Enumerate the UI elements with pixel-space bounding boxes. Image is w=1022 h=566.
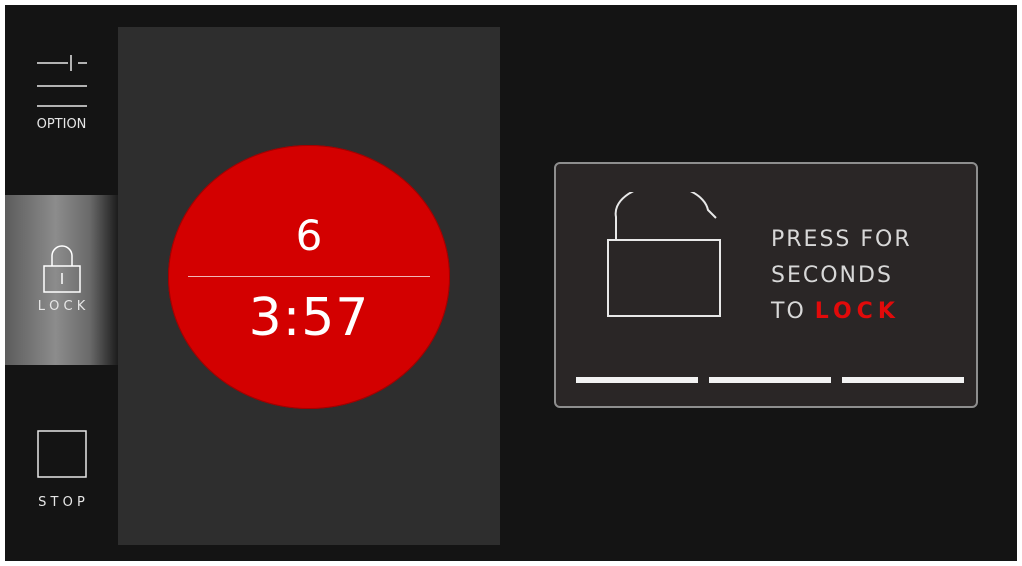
option-label: OPTION [36, 117, 87, 132]
progress-segment [842, 377, 964, 383]
progress-segment [576, 377, 698, 383]
lock-instructions: PRESS FOR SECONDS TO LOCK [771, 222, 912, 330]
lock-label: L O C K [37, 299, 86, 314]
option-sliders-icon [36, 55, 87, 107]
padlock-icon [42, 245, 81, 293]
stop-label: S T O P [38, 495, 85, 510]
sidebar: OPTION L O C K S T O P [5, 5, 118, 561]
instruction-line-3: TO LOCK [771, 294, 912, 330]
instruction-prefix: TO [771, 299, 815, 324]
hold-progress-bar [576, 377, 964, 383]
instruction-line-1: PRESS FOR [771, 227, 912, 252]
cooking-zone-panel: 6 3:57 [118, 27, 500, 545]
zone-timer-display[interactable]: 6 3:57 [168, 145, 450, 409]
timer-value: 3:57 [248, 288, 370, 348]
appliance-screen: OPTION L O C K S T O P 6 3:57 PRESS FOR … [5, 5, 1017, 561]
instruction-line-2: SECONDS [771, 263, 893, 288]
power-level: 6 [295, 211, 323, 260]
unlocked-padlock-icon [607, 192, 721, 317]
stop-button[interactable]: S T O P [5, 425, 118, 525]
timer-divider [188, 276, 430, 277]
lock-highlight: LOCK [814, 299, 900, 324]
lock-button[interactable]: L O C K [5, 195, 118, 365]
option-button[interactable]: OPTION [5, 35, 118, 145]
stop-square-icon [36, 430, 87, 478]
lock-prompt-card[interactable]: PRESS FOR SECONDS TO LOCK [554, 162, 978, 408]
progress-segment [709, 377, 831, 383]
